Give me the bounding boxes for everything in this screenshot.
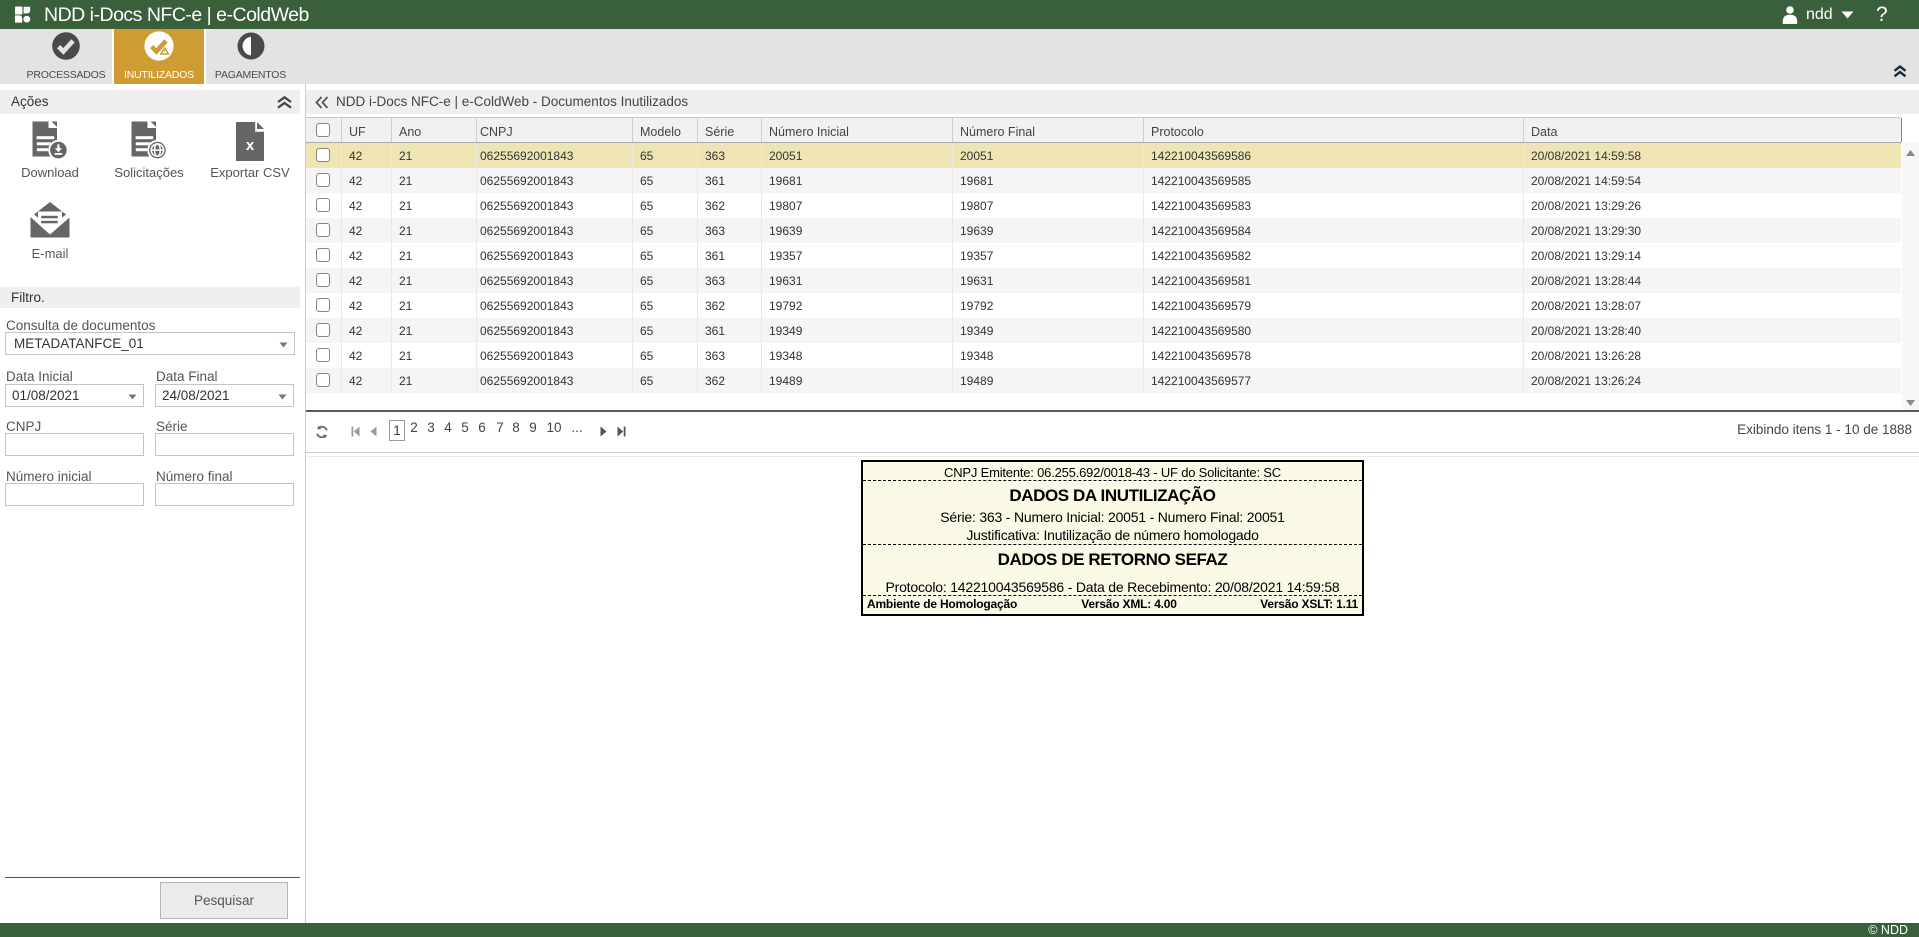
svg-text:x: x: [246, 137, 255, 154]
